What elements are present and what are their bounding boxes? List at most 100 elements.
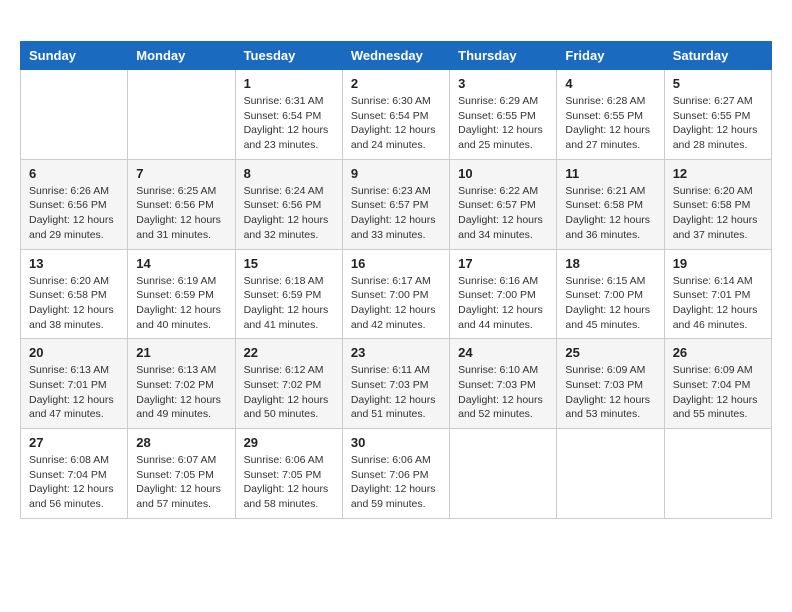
day-of-week-header: Saturday <box>664 42 771 70</box>
day-of-week-header: Sunday <box>21 42 128 70</box>
calendar-day-cell: 22 Sunrise: 6:12 AM Sunset: 7:02 PM Dayli… <box>235 339 342 429</box>
calendar-day-cell: 6 Sunrise: 6:26 AM Sunset: 6:56 PM Daylig… <box>21 159 128 249</box>
calendar-day-cell <box>128 70 235 160</box>
calendar-day-cell: 5 Sunrise: 6:27 AM Sunset: 6:55 PM Daylig… <box>664 70 771 160</box>
day-info: Sunrise: 6:21 AM Sunset: 6:58 PM Dayligh… <box>565 184 655 243</box>
day-number: 12 <box>673 166 763 181</box>
day-number: 4 <box>565 76 655 91</box>
day-of-week-header: Tuesday <box>235 42 342 70</box>
day-number: 11 <box>565 166 655 181</box>
day-number: 26 <box>673 345 763 360</box>
calendar-day-cell: 8 Sunrise: 6:24 AM Sunset: 6:56 PM Daylig… <box>235 159 342 249</box>
calendar-day-cell: 2 Sunrise: 6:30 AM Sunset: 6:54 PM Daylig… <box>342 70 449 160</box>
calendar-day-cell: 16 Sunrise: 6:17 AM Sunset: 7:00 PM Dayli… <box>342 249 449 339</box>
day-number: 16 <box>351 256 441 271</box>
day-number: 24 <box>458 345 548 360</box>
calendar-day-cell <box>557 429 664 519</box>
calendar-day-cell: 24 Sunrise: 6:10 AM Sunset: 7:03 PM Dayli… <box>450 339 557 429</box>
day-number: 27 <box>29 435 119 450</box>
day-info: Sunrise: 6:18 AM Sunset: 6:59 PM Dayligh… <box>244 274 334 333</box>
day-of-week-header: Friday <box>557 42 664 70</box>
day-number: 23 <box>351 345 441 360</box>
calendar-day-cell: 19 Sunrise: 6:14 AM Sunset: 7:01 PM Dayli… <box>664 249 771 339</box>
calendar-day-cell: 21 Sunrise: 6:13 AM Sunset: 7:02 PM Dayli… <box>128 339 235 429</box>
calendar-week-row: 1 Sunrise: 6:31 AM Sunset: 6:54 PM Daylig… <box>21 70 772 160</box>
day-info: Sunrise: 6:06 AM Sunset: 7:06 PM Dayligh… <box>351 453 441 512</box>
day-info: Sunrise: 6:16 AM Sunset: 7:00 PM Dayligh… <box>458 274 548 333</box>
day-info: Sunrise: 6:19 AM Sunset: 6:59 PM Dayligh… <box>136 274 226 333</box>
day-number: 15 <box>244 256 334 271</box>
day-info: Sunrise: 6:13 AM Sunset: 7:01 PM Dayligh… <box>29 363 119 422</box>
day-number: 29 <box>244 435 334 450</box>
day-number: 2 <box>351 76 441 91</box>
calendar-day-cell: 13 Sunrise: 6:20 AM Sunset: 6:58 PM Dayli… <box>21 249 128 339</box>
day-info: Sunrise: 6:26 AM Sunset: 6:56 PM Dayligh… <box>29 184 119 243</box>
day-info: Sunrise: 6:30 AM Sunset: 6:54 PM Dayligh… <box>351 94 441 153</box>
day-info: Sunrise: 6:09 AM Sunset: 7:03 PM Dayligh… <box>565 363 655 422</box>
day-info: Sunrise: 6:10 AM Sunset: 7:03 PM Dayligh… <box>458 363 548 422</box>
day-info: Sunrise: 6:15 AM Sunset: 7:00 PM Dayligh… <box>565 274 655 333</box>
day-info: Sunrise: 6:27 AM Sunset: 6:55 PM Dayligh… <box>673 94 763 153</box>
day-info: Sunrise: 6:17 AM Sunset: 7:00 PM Dayligh… <box>351 274 441 333</box>
day-info: Sunrise: 6:23 AM Sunset: 6:57 PM Dayligh… <box>351 184 441 243</box>
day-number: 17 <box>458 256 548 271</box>
day-number: 30 <box>351 435 441 450</box>
day-info: Sunrise: 6:12 AM Sunset: 7:02 PM Dayligh… <box>244 363 334 422</box>
calendar-day-cell: 27 Sunrise: 6:08 AM Sunset: 7:04 PM Dayli… <box>21 429 128 519</box>
day-number: 21 <box>136 345 226 360</box>
calendar-day-cell: 25 Sunrise: 6:09 AM Sunset: 7:03 PM Dayli… <box>557 339 664 429</box>
calendar-week-row: 13 Sunrise: 6:20 AM Sunset: 6:58 PM Dayli… <box>21 249 772 339</box>
day-number: 10 <box>458 166 548 181</box>
calendar-day-cell: 20 Sunrise: 6:13 AM Sunset: 7:01 PM Dayli… <box>21 339 128 429</box>
day-info: Sunrise: 6:29 AM Sunset: 6:55 PM Dayligh… <box>458 94 548 153</box>
day-number: 19 <box>673 256 763 271</box>
page-header <box>20 20 772 25</box>
calendar-day-cell: 15 Sunrise: 6:18 AM Sunset: 6:59 PM Dayli… <box>235 249 342 339</box>
day-number: 28 <box>136 435 226 450</box>
day-info: Sunrise: 6:09 AM Sunset: 7:04 PM Dayligh… <box>673 363 763 422</box>
day-of-week-header: Wednesday <box>342 42 449 70</box>
day-info: Sunrise: 6:13 AM Sunset: 7:02 PM Dayligh… <box>136 363 226 422</box>
calendar-day-cell: 3 Sunrise: 6:29 AM Sunset: 6:55 PM Daylig… <box>450 70 557 160</box>
calendar-week-row: 27 Sunrise: 6:08 AM Sunset: 7:04 PM Dayli… <box>21 429 772 519</box>
calendar-day-cell: 23 Sunrise: 6:11 AM Sunset: 7:03 PM Dayli… <box>342 339 449 429</box>
day-info: Sunrise: 6:24 AM Sunset: 6:56 PM Dayligh… <box>244 184 334 243</box>
calendar-day-cell: 17 Sunrise: 6:16 AM Sunset: 7:00 PM Dayli… <box>450 249 557 339</box>
day-of-week-header: Thursday <box>450 42 557 70</box>
day-number: 14 <box>136 256 226 271</box>
day-info: Sunrise: 6:08 AM Sunset: 7:04 PM Dayligh… <box>29 453 119 512</box>
day-number: 5 <box>673 76 763 91</box>
calendar-day-cell: 29Sunrise: 6:06 AM Sunset: 7:05 PM Dayli… <box>235 429 342 519</box>
day-number: 8 <box>244 166 334 181</box>
calendar-day-cell <box>450 429 557 519</box>
calendar-day-cell <box>664 429 771 519</box>
calendar-week-row: 20 Sunrise: 6:13 AM Sunset: 7:01 PM Dayli… <box>21 339 772 429</box>
calendar-day-cell: 18Sunrise: 6:15 AM Sunset: 7:00 PM Dayli… <box>557 249 664 339</box>
day-info: Sunrise: 6:31 AM Sunset: 6:54 PM Dayligh… <box>244 94 334 153</box>
day-number: 9 <box>351 166 441 181</box>
day-number: 1 <box>244 76 334 91</box>
day-info: Sunrise: 6:07 AM Sunset: 7:05 PM Dayligh… <box>136 453 226 512</box>
calendar-day-cell: 11 Sunrise: 6:21 AM Sunset: 6:58 PM Dayli… <box>557 159 664 249</box>
day-number: 7 <box>136 166 226 181</box>
calendar-day-cell: 26 Sunrise: 6:09 AM Sunset: 7:04 PM Dayli… <box>664 339 771 429</box>
day-number: 25 <box>565 345 655 360</box>
day-number: 3 <box>458 76 548 91</box>
day-number: 13 <box>29 256 119 271</box>
day-info: Sunrise: 6:22 AM Sunset: 6:57 PM Dayligh… <box>458 184 548 243</box>
calendar-day-cell: 30 Sunrise: 6:06 AM Sunset: 7:06 PM Dayli… <box>342 429 449 519</box>
day-number: 6 <box>29 166 119 181</box>
calendar-table: SundayMondayTuesdayWednesdayThursdayFrid… <box>20 41 772 519</box>
day-number: 22 <box>244 345 334 360</box>
calendar-day-cell: 10 Sunrise: 6:22 AM Sunset: 6:57 PM Dayli… <box>450 159 557 249</box>
calendar-day-cell: 9 Sunrise: 6:23 AM Sunset: 6:57 PM Daylig… <box>342 159 449 249</box>
calendar-day-cell: 14 Sunrise: 6:19 AM Sunset: 6:59 PM Dayli… <box>128 249 235 339</box>
calendar-day-cell: 7 Sunrise: 6:25 AM Sunset: 6:56 PM Daylig… <box>128 159 235 249</box>
day-info: Sunrise: 6:14 AM Sunset: 7:01 PM Dayligh… <box>673 274 763 333</box>
day-info: Sunrise: 6:20 AM Sunset: 6:58 PM Dayligh… <box>673 184 763 243</box>
day-info: Sunrise: 6:11 AM Sunset: 7:03 PM Dayligh… <box>351 363 441 422</box>
day-info: Sunrise: 6:25 AM Sunset: 6:56 PM Dayligh… <box>136 184 226 243</box>
calendar-day-cell: 28 Sunrise: 6:07 AM Sunset: 7:05 PM Dayli… <box>128 429 235 519</box>
day-info: Sunrise: 6:20 AM Sunset: 6:58 PM Dayligh… <box>29 274 119 333</box>
day-number: 20 <box>29 345 119 360</box>
